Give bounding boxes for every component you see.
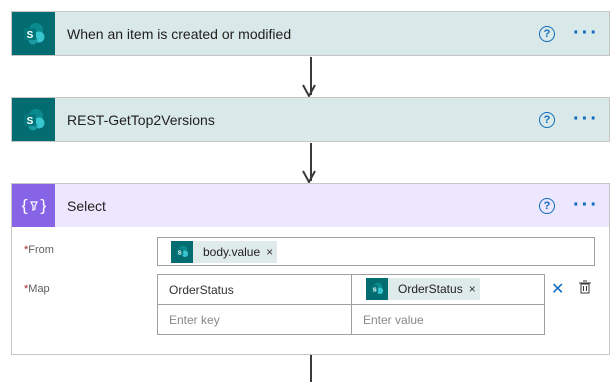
sharepoint-icon: S [12,98,55,141]
sharepoint-icon: S [12,12,55,55]
map-label: *Map [24,283,50,295]
trigger-title: When an item is created or modified [67,25,292,42]
help-icon[interactable]: ? [539,197,555,214]
select-card[interactable]: { } Select ? ··· *From [11,183,610,355]
remove-token-icon[interactable]: × [266,245,273,259]
token-label: OrderStatus [398,282,463,296]
rest-card[interactable]: S REST-GetTop2Versions ? ··· [11,97,610,142]
select-title: Select [67,197,106,214]
help-icon[interactable]: ? [539,25,555,42]
arrow-down-icon [302,84,316,98]
rest-title: REST-GetTop2Versions [67,111,215,128]
map-label-text: Map [28,283,50,295]
token-label: body.value [203,245,261,259]
data-operations-icon: { } [12,184,55,227]
map-table: OrderStatus S OrderStatus × Enter key En… [157,274,545,335]
close-icon[interactable]: ✕ [551,279,564,299]
trigger-card[interactable]: S When an item is created or modified ? … [11,11,610,56]
more-options-icon[interactable]: ··· [573,109,599,129]
arrow-down-icon [302,170,316,184]
trigger-card-header[interactable]: S When an item is created or modified ? … [12,12,609,55]
dynamic-content-token[interactable]: S OrderStatus × [366,278,480,300]
svg-text:S: S [373,287,377,293]
more-options-icon[interactable]: ··· [573,195,599,215]
from-label: *From [24,244,54,256]
connector-line [310,355,312,382]
select-card-header[interactable]: { } Select ? ··· [12,184,609,227]
svg-text:S: S [26,30,33,41]
remove-token-icon[interactable]: × [469,282,476,296]
sharepoint-icon: S [366,278,388,300]
svg-text:S: S [178,250,182,256]
map-value-input[interactable]: S OrderStatus × [352,275,544,305]
flow-canvas: S When an item is created or modified ? … [0,0,616,382]
map-key-value: OrderStatus [169,282,234,297]
map-key-input[interactable]: OrderStatus [158,275,352,305]
key-placeholder: Enter key [169,312,220,327]
svg-text:S: S [26,116,33,127]
from-input[interactable]: S body.value × [157,237,595,266]
value-placeholder: Enter value [363,312,424,327]
rest-card-header[interactable]: S REST-GetTop2Versions ? ··· [12,98,609,141]
from-label-text: From [28,244,54,256]
more-options-icon[interactable]: ··· [573,23,599,43]
new-value-input[interactable]: Enter value [352,305,544,334]
delete-icon[interactable] [578,280,592,294]
help-icon[interactable]: ? [539,111,555,128]
select-card-body: *From S body.value × *Map OrderStatus S … [12,227,609,354]
new-key-input[interactable]: Enter key [158,305,352,334]
sharepoint-icon: S [171,241,193,263]
svg-text:{ }: { } [22,196,46,215]
dynamic-content-token[interactable]: S body.value × [171,241,278,263]
